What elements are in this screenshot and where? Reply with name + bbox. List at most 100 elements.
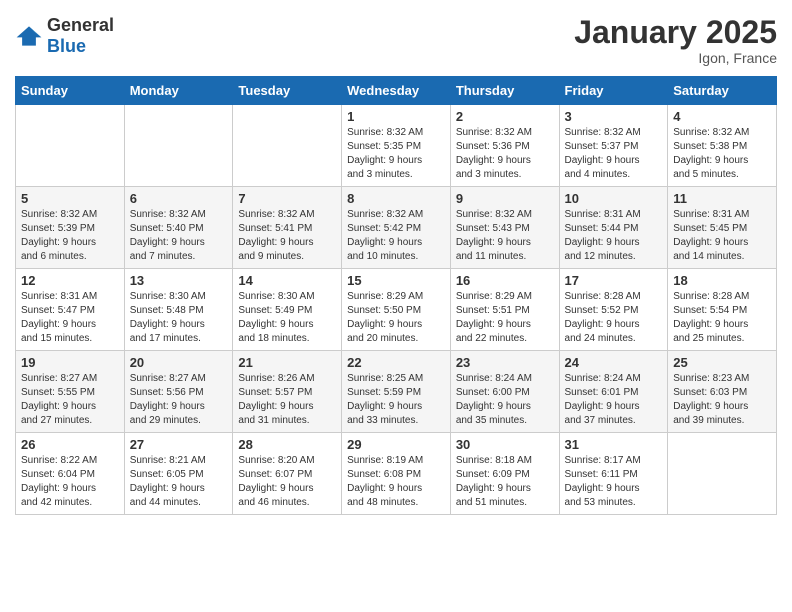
day-of-week-header: Sunday <box>16 77 125 105</box>
day-number: 1 <box>347 109 445 124</box>
day-number: 9 <box>456 191 554 206</box>
day-number: 14 <box>238 273 336 288</box>
day-info: Sunrise: 8:31 AM Sunset: 5:45 PM Dayligh… <box>673 208 771 264</box>
day-info: Sunrise: 8:18 AM Sunset: 6:09 PM Dayligh… <box>456 454 554 510</box>
calendar-cell: 21 Sunrise: 8:26 AM Sunset: 5:57 PM Dayli… <box>233 351 342 433</box>
day-number: 17 <box>565 273 663 288</box>
day-info: Sunrise: 8:23 AM Sunset: 6:03 PM Dayligh… <box>673 372 771 428</box>
day-of-week-header: Saturday <box>668 77 777 105</box>
calendar-week-row: 1 Sunrise: 8:32 AM Sunset: 5:35 PM Daylig… <box>16 105 777 187</box>
day-info: Sunrise: 8:19 AM Sunset: 6:08 PM Dayligh… <box>347 454 445 510</box>
calendar-cell: 30Sunrise: 8:18 AM Sunset: 6:09 PM Dayli… <box>450 433 559 515</box>
day-info: Sunrise: 8:22 AM Sunset: 6:04 PM Dayligh… <box>21 454 119 510</box>
logo: General Blue <box>15 15 114 57</box>
calendar-cell: 19Sunrise: 8:27 AM Sunset: 5:55 PM Dayli… <box>16 351 125 433</box>
day-info: Sunrise: 8:17 AM Sunset: 6:11 PM Dayligh… <box>565 454 663 510</box>
day-number: 3 <box>565 109 663 124</box>
calendar-cell <box>233 105 342 187</box>
day-number: 28 <box>238 437 336 452</box>
calendar-cell: 31 Sunrise: 8:17 AM Sunset: 6:11 PM Dayli… <box>559 433 668 515</box>
day-number: 10 <box>565 191 663 206</box>
day-number: 25 <box>673 355 771 370</box>
day-info: Sunrise: 8:32 AM Sunset: 5:36 PM Dayligh… <box>456 126 554 182</box>
calendar-cell: 29 Sunrise: 8:19 AM Sunset: 6:08 PM Dayli… <box>342 433 451 515</box>
day-number: 15 <box>347 273 445 288</box>
day-number: 20 <box>130 355 228 370</box>
day-number: 24 <box>565 355 663 370</box>
calendar-cell: 11 Sunrise: 8:31 AM Sunset: 5:45 PM Dayli… <box>668 187 777 269</box>
day-number: 31 <box>565 437 663 452</box>
day-number: 11 <box>673 191 771 206</box>
day-info: Sunrise: 8:30 AM Sunset: 5:49 PM Dayligh… <box>238 290 336 346</box>
calendar-cell: 18 Sunrise: 8:28 AM Sunset: 5:54 PM Dayli… <box>668 269 777 351</box>
day-info: Sunrise: 8:26 AM Sunset: 5:57 PM Dayligh… <box>238 372 336 428</box>
day-info: Sunrise: 8:24 AM Sunset: 6:00 PM Dayligh… <box>456 372 554 428</box>
day-info: Sunrise: 8:29 AM Sunset: 5:50 PM Dayligh… <box>347 290 445 346</box>
calendar-cell: 28 Sunrise: 8:20 AM Sunset: 6:07 PM Dayli… <box>233 433 342 515</box>
day-number: 21 <box>238 355 336 370</box>
calendar-cell: 16Sunrise: 8:29 AM Sunset: 5:51 PM Dayli… <box>450 269 559 351</box>
day-info: Sunrise: 8:32 AM Sunset: 5:43 PM Dayligh… <box>456 208 554 264</box>
day-number: 5 <box>21 191 119 206</box>
day-number: 7 <box>238 191 336 206</box>
calendar-table: SundayMondayTuesdayWednesdayThursdayFrid… <box>15 76 777 515</box>
calendar-cell: 24 Sunrise: 8:24 AM Sunset: 6:01 PM Dayli… <box>559 351 668 433</box>
calendar-header-row: SundayMondayTuesdayWednesdayThursdayFrid… <box>16 77 777 105</box>
calendar-cell <box>668 433 777 515</box>
calendar-cell: 25 Sunrise: 8:23 AM Sunset: 6:03 PM Dayli… <box>668 351 777 433</box>
calendar-cell: 20Sunrise: 8:27 AM Sunset: 5:56 PM Dayli… <box>124 351 233 433</box>
location: Igon, France <box>574 50 777 66</box>
calendar-cell <box>16 105 125 187</box>
day-info: Sunrise: 8:32 AM Sunset: 5:35 PM Dayligh… <box>347 126 445 182</box>
calendar-cell: 1 Sunrise: 8:32 AM Sunset: 5:35 PM Daylig… <box>342 105 451 187</box>
day-number: 29 <box>347 437 445 452</box>
day-number: 4 <box>673 109 771 124</box>
day-info: Sunrise: 8:31 AM Sunset: 5:44 PM Dayligh… <box>565 208 663 264</box>
title-block: January 2025 Igon, France <box>574 15 777 66</box>
day-of-week-header: Tuesday <box>233 77 342 105</box>
calendar-week-row: 19Sunrise: 8:27 AM Sunset: 5:55 PM Dayli… <box>16 351 777 433</box>
calendar-cell: 26 Sunrise: 8:22 AM Sunset: 6:04 PM Dayli… <box>16 433 125 515</box>
calendar-cell: 14 Sunrise: 8:30 AM Sunset: 5:49 PM Dayli… <box>233 269 342 351</box>
day-info: Sunrise: 8:32 AM Sunset: 5:37 PM Dayligh… <box>565 126 663 182</box>
day-info: Sunrise: 8:21 AM Sunset: 6:05 PM Dayligh… <box>130 454 228 510</box>
day-number: 2 <box>456 109 554 124</box>
day-number: 13 <box>130 273 228 288</box>
day-number: 27 <box>130 437 228 452</box>
calendar-week-row: 26 Sunrise: 8:22 AM Sunset: 6:04 PM Dayli… <box>16 433 777 515</box>
logo-general: General <box>47 15 114 35</box>
calendar-cell: 17Sunrise: 8:28 AM Sunset: 5:52 PM Dayli… <box>559 269 668 351</box>
calendar-cell: 27 Sunrise: 8:21 AM Sunset: 6:05 PM Dayli… <box>124 433 233 515</box>
logo-blue: Blue <box>47 36 86 56</box>
day-info: Sunrise: 8:28 AM Sunset: 5:54 PM Dayligh… <box>673 290 771 346</box>
day-of-week-header: Friday <box>559 77 668 105</box>
day-number: 22 <box>347 355 445 370</box>
calendar-cell: 22Sunrise: 8:25 AM Sunset: 5:59 PM Dayli… <box>342 351 451 433</box>
day-number: 16 <box>456 273 554 288</box>
calendar-cell: 10 Sunrise: 8:31 AM Sunset: 5:44 PM Dayli… <box>559 187 668 269</box>
day-info: Sunrise: 8:32 AM Sunset: 5:39 PM Dayligh… <box>21 208 119 264</box>
day-of-week-header: Monday <box>124 77 233 105</box>
day-number: 18 <box>673 273 771 288</box>
day-number: 26 <box>21 437 119 452</box>
day-info: Sunrise: 8:31 AM Sunset: 5:47 PM Dayligh… <box>21 290 119 346</box>
day-number: 19 <box>21 355 119 370</box>
day-number: 23 <box>456 355 554 370</box>
day-info: Sunrise: 8:32 AM Sunset: 5:38 PM Dayligh… <box>673 126 771 182</box>
calendar-week-row: 12Sunrise: 8:31 AM Sunset: 5:47 PM Dayli… <box>16 269 777 351</box>
day-number: 6 <box>130 191 228 206</box>
day-number: 8 <box>347 191 445 206</box>
day-info: Sunrise: 8:32 AM Sunset: 5:42 PM Dayligh… <box>347 208 445 264</box>
calendar-cell: 7Sunrise: 8:32 AM Sunset: 5:41 PM Daylig… <box>233 187 342 269</box>
day-info: Sunrise: 8:30 AM Sunset: 5:48 PM Dayligh… <box>130 290 228 346</box>
calendar-cell: 23 Sunrise: 8:24 AM Sunset: 6:00 PM Dayli… <box>450 351 559 433</box>
calendar-cell: 8 Sunrise: 8:32 AM Sunset: 5:42 PM Daylig… <box>342 187 451 269</box>
calendar-week-row: 5 Sunrise: 8:32 AM Sunset: 5:39 PM Daylig… <box>16 187 777 269</box>
calendar-cell <box>124 105 233 187</box>
day-info: Sunrise: 8:20 AM Sunset: 6:07 PM Dayligh… <box>238 454 336 510</box>
day-info: Sunrise: 8:32 AM Sunset: 5:40 PM Dayligh… <box>130 208 228 264</box>
calendar-cell: 12Sunrise: 8:31 AM Sunset: 5:47 PM Dayli… <box>16 269 125 351</box>
day-info: Sunrise: 8:24 AM Sunset: 6:01 PM Dayligh… <box>565 372 663 428</box>
calendar-cell: 5 Sunrise: 8:32 AM Sunset: 5:39 PM Daylig… <box>16 187 125 269</box>
page-header: General Blue January 2025 Igon, France <box>15 15 777 66</box>
